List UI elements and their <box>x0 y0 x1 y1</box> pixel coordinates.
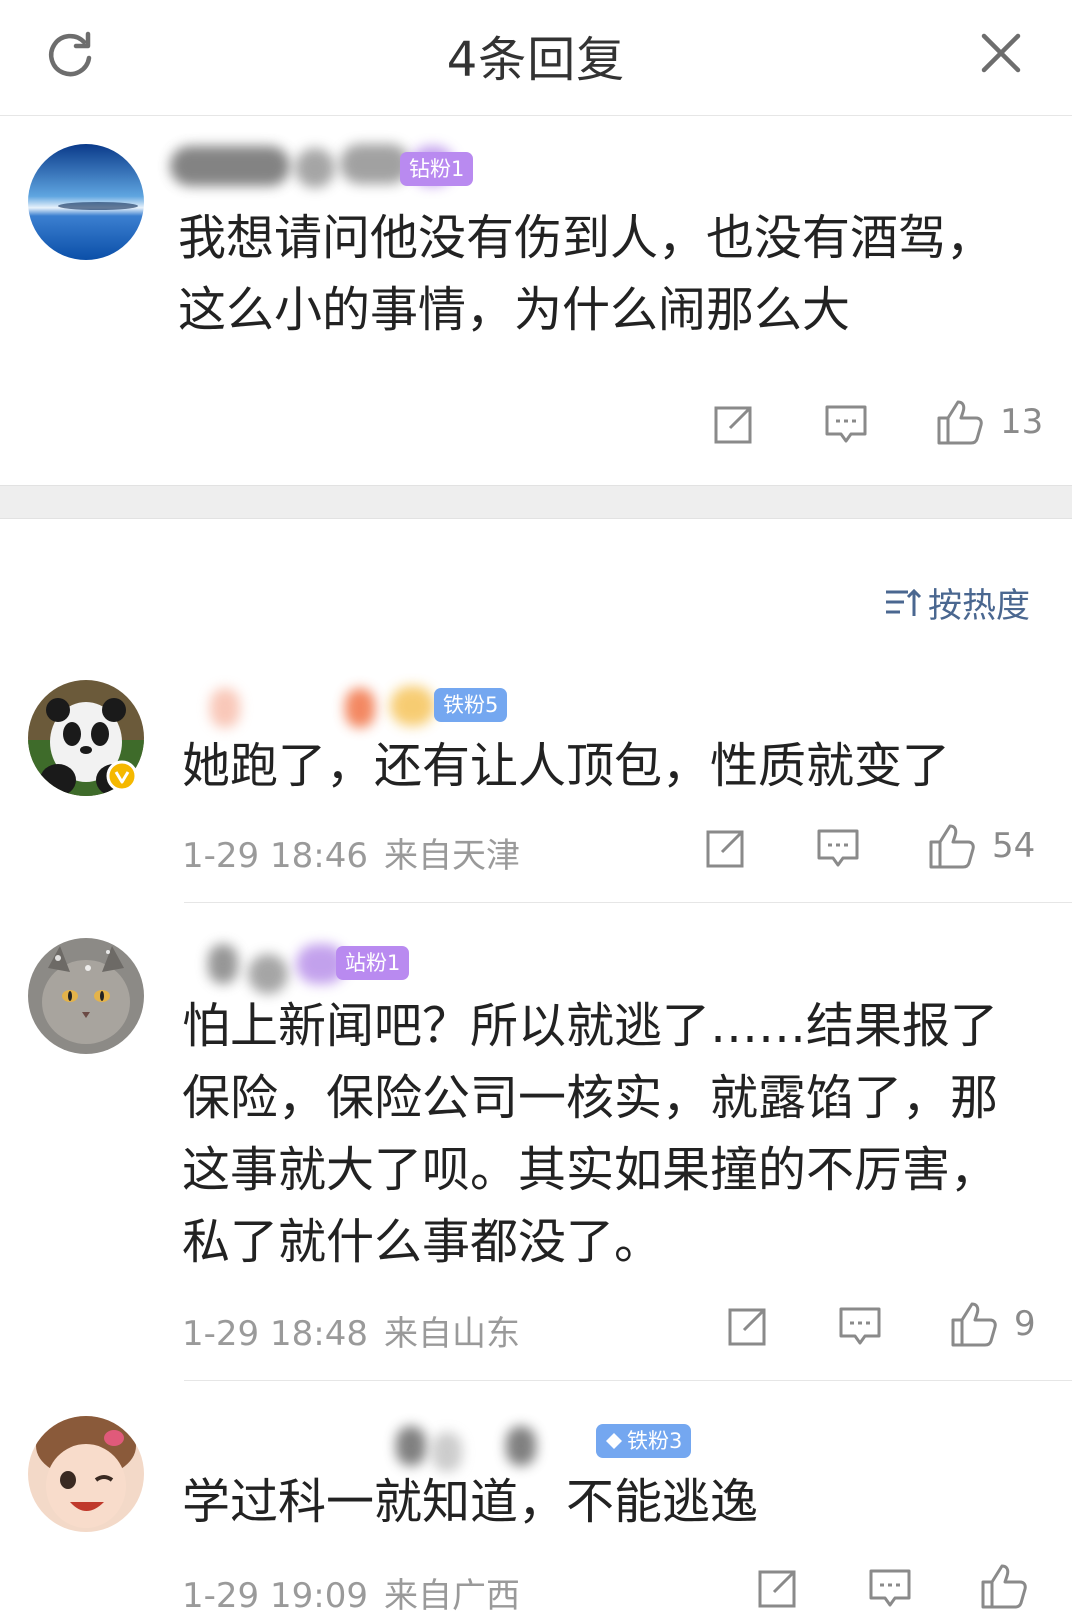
main-comment: 钻粉1 我想请问他没有伤到人，也没有酒驾，这么小的事情，为什么闹那么大 13 <box>0 116 1072 484</box>
like-icon[interactable] <box>928 822 976 870</box>
share-icon[interactable] <box>726 1306 768 1348</box>
comment-text: 我想请问他没有伤到人，也没有酒驾，这么小的事情，为什么闹那么大 <box>178 210 995 338</box>
location: 来自山东 <box>383 1314 520 1354</box>
comment-meta: 1-29 19:09 来自广西 <box>182 1568 520 1617</box>
comment-icon[interactable] <box>824 404 868 446</box>
fan-badge-label: 铁粉3 <box>627 1429 683 1453</box>
comment-icon[interactable] <box>816 828 860 870</box>
close-icon[interactable] <box>978 30 1024 76</box>
username-blurred[interactable] <box>200 680 440 728</box>
fan-badge: 铁粉5 <box>434 688 508 722</box>
comment-icon[interactable] <box>868 1568 912 1610</box>
timestamp: 1-29 19:09 <box>182 1576 368 1616</box>
comment-meta: 1-29 18:48 来自山东 <box>182 1306 520 1355</box>
divider <box>184 1380 1072 1381</box>
like-icon[interactable] <box>936 398 984 446</box>
comment-icon[interactable] <box>838 1306 882 1348</box>
divider <box>184 902 1072 903</box>
comment-meta: 1-29 18:46 来自天津 <box>182 828 520 877</box>
location: 来自广西 <box>383 1576 520 1616</box>
header-bar: 4条回复 <box>0 0 1072 116</box>
fan-badge: 铁粉3 <box>596 1424 692 1458</box>
like-count: 13 <box>1000 402 1044 442</box>
like-icon[interactable] <box>980 1562 1028 1610</box>
fan-badge: 钻粉1 <box>400 152 474 186</box>
like-count: 54 <box>992 826 1036 866</box>
share-icon[interactable] <box>712 404 754 446</box>
comment-text: 学过科一就知道，不能逃逸 <box>182 1474 759 1530</box>
username-blurred[interactable] <box>200 1418 580 1472</box>
fan-badge: 站粉1 <box>336 946 410 980</box>
diamond-icon <box>606 1433 622 1449</box>
timestamp: 1-29 18:46 <box>182 836 368 876</box>
timestamp: 1-29 18:48 <box>182 1314 368 1354</box>
like-count: 9 <box>1014 1304 1036 1344</box>
comment-text: 怕上新闻吧？所以就逃了……结果报了保险，保险公司一核实，就露馅了，那这事就大了呗… <box>182 998 999 1270</box>
sort-toggle[interactable]: 按热度 <box>884 578 1030 627</box>
comment-text: 她跑了，还有让人顶包，性质就变了 <box>182 738 951 794</box>
sort-icon <box>886 588 922 616</box>
location: 来自天津 <box>383 836 520 876</box>
share-icon[interactable] <box>756 1568 798 1610</box>
page-title: 4条回复 <box>446 32 626 88</box>
avatar[interactable] <box>28 938 144 1054</box>
share-icon[interactable] <box>704 828 746 870</box>
avatar[interactable] <box>28 144 144 260</box>
sort-label: 按热度 <box>928 586 1030 626</box>
like-icon[interactable] <box>950 1300 998 1348</box>
verified-badge-icon <box>106 760 138 792</box>
avatar[interactable] <box>28 1416 144 1532</box>
section-divider <box>0 485 1072 519</box>
